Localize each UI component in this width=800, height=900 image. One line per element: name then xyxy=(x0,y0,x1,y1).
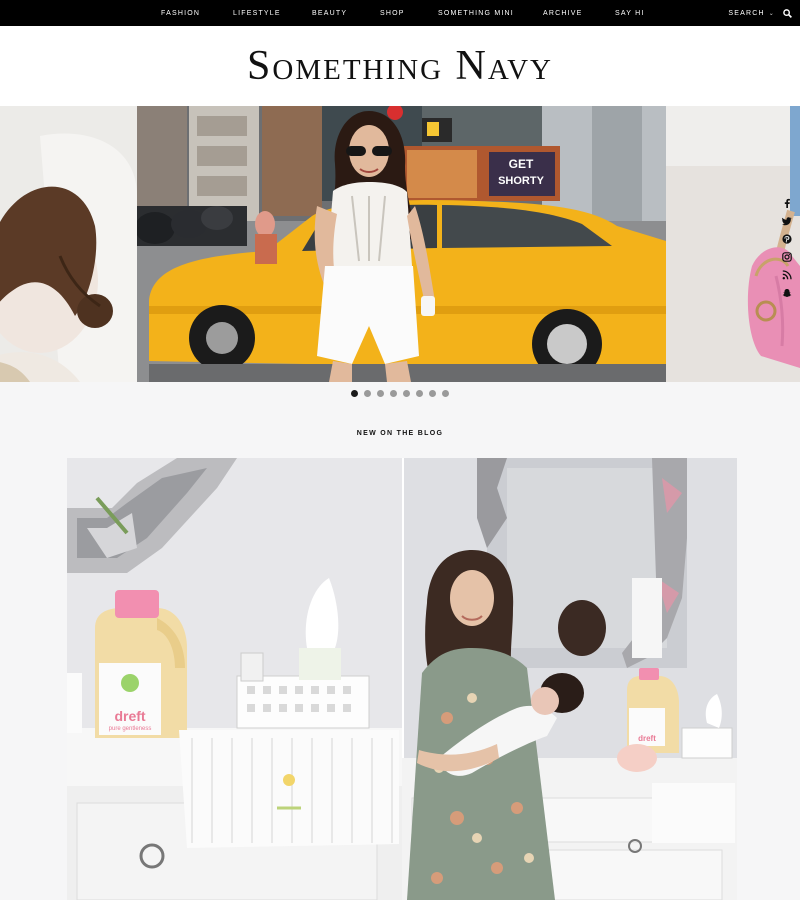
section-title: NEW ON THE BLOG xyxy=(356,430,444,437)
street-style-photo: GET SHORTY xyxy=(137,106,666,382)
billboard-text: SHORTY xyxy=(498,175,545,187)
nav-item-shop[interactable]: SHOP xyxy=(380,0,405,26)
billboard-text: GET xyxy=(509,157,534,171)
nav-item-something-mini[interactable]: SOMETHING MINI xyxy=(438,0,514,26)
site-logo[interactable]: Something Navy xyxy=(0,42,800,90)
carousel-dot[interactable] xyxy=(377,390,384,397)
carousel-pagination xyxy=(0,390,800,397)
facebook-icon[interactable] xyxy=(782,198,792,208)
product-label: dreft xyxy=(114,708,145,724)
nav-item-fashion[interactable]: FASHION xyxy=(161,0,200,26)
nav-item-beauty[interactable]: BEAUTY xyxy=(312,0,347,26)
fashion-photo xyxy=(666,106,800,382)
search-label: SEARCH xyxy=(728,9,765,17)
social-icons xyxy=(782,198,792,298)
carousel-slide-previous[interactable] xyxy=(0,106,137,382)
hero-carousel[interactable]: GET SHORTY xyxy=(0,106,800,382)
carousel-dot[interactable] xyxy=(416,390,423,397)
site-header: Something Navy xyxy=(0,26,800,106)
chevron-down-icon: ⌄ xyxy=(768,10,775,17)
pinterest-icon[interactable] xyxy=(782,234,792,244)
carousel-dot[interactable] xyxy=(403,390,410,397)
carousel-slide-current[interactable]: GET SHORTY xyxy=(137,106,666,382)
instagram-icon[interactable] xyxy=(782,252,792,262)
nursery-photo: dreft pure gentleness dreft xyxy=(67,458,737,900)
snapchat-icon[interactable] xyxy=(782,288,792,298)
carousel-dot[interactable] xyxy=(351,390,358,397)
featured-post-image[interactable]: dreft pure gentleness dreft xyxy=(67,458,737,900)
carousel-dot[interactable] xyxy=(442,390,449,397)
nav-item-lifestyle[interactable]: LIFESTYLE xyxy=(233,0,281,26)
rss-icon[interactable] xyxy=(782,270,792,280)
top-navigation: FASHION LIFESTYLE BEAUTY SHOP SOMETHING … xyxy=(0,0,800,26)
search-icon xyxy=(783,8,792,18)
product-label: dreft xyxy=(638,734,656,743)
nav-item-archive[interactable]: ARCHIVE xyxy=(543,0,583,26)
carousel-dot[interactable] xyxy=(429,390,436,397)
product-sub: pure gentleness xyxy=(109,726,152,732)
carousel-slide-next[interactable] xyxy=(666,106,800,382)
search-button[interactable]: SEARCH ⌄ xyxy=(728,0,792,26)
baby-photo xyxy=(0,106,137,382)
nav-item-say-hi[interactable]: SAY HI xyxy=(615,0,645,26)
twitter-icon[interactable] xyxy=(782,216,792,226)
carousel-dot[interactable] xyxy=(364,390,371,397)
carousel-dot[interactable] xyxy=(390,390,397,397)
